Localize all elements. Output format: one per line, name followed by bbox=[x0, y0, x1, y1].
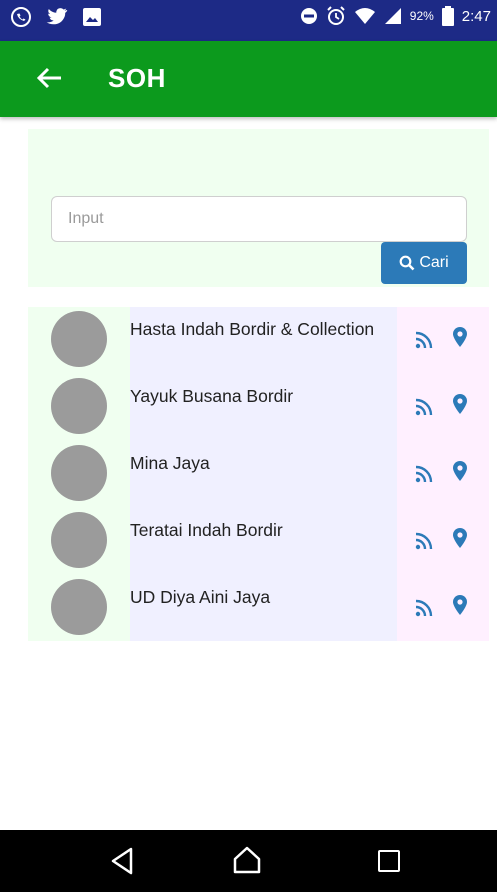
status-notifications bbox=[10, 6, 102, 28]
do-not-disturb-icon bbox=[300, 8, 317, 24]
avatar bbox=[51, 445, 107, 501]
wifi-icon bbox=[354, 8, 375, 24]
avatar bbox=[51, 512, 107, 568]
map-pin-icon[interactable] bbox=[453, 461, 467, 481]
list-item[interactable]: UD Diya Aini Jaya bbox=[28, 575, 489, 642]
rss-icon[interactable] bbox=[415, 465, 433, 483]
store-list: Hasta Indah Bordir & Collection Yayuk Bu… bbox=[28, 307, 489, 641]
store-name: Hasta Indah Bordir & Collection bbox=[130, 319, 375, 339]
recent-apps-icon[interactable] bbox=[378, 850, 400, 872]
arrow-left-icon[interactable] bbox=[35, 63, 65, 93]
clock: 2:47 bbox=[461, 7, 491, 25]
map-pin-icon[interactable] bbox=[453, 327, 467, 347]
store-name: UD Diya Aini Jaya bbox=[130, 587, 271, 607]
list-item[interactable]: Mina Jaya bbox=[28, 441, 489, 508]
search-icon bbox=[399, 255, 415, 271]
search-button[interactable]: Cari bbox=[381, 242, 467, 284]
navigation-bar bbox=[0, 830, 497, 892]
store-name: Teratai Indah Bordir bbox=[130, 520, 283, 540]
signal-icon bbox=[384, 8, 401, 24]
back-triangle-icon[interactable] bbox=[110, 847, 134, 875]
store-name: Mina Jaya bbox=[130, 453, 210, 473]
map-pin-icon[interactable] bbox=[453, 394, 467, 414]
home-icon[interactable] bbox=[232, 845, 262, 875]
list-item[interactable]: Teratai Indah Bordir bbox=[28, 508, 489, 575]
app-bar: SOH bbox=[0, 41, 497, 117]
map-pin-icon[interactable] bbox=[453, 528, 467, 548]
battery-icon bbox=[441, 6, 454, 26]
rss-icon[interactable] bbox=[415, 532, 433, 550]
twitter-icon bbox=[46, 8, 68, 25]
status-system: 92% 2:47 bbox=[300, 6, 491, 26]
map-pin-icon[interactable] bbox=[453, 595, 467, 615]
page-title: SOH bbox=[108, 63, 166, 93]
avatar bbox=[51, 579, 107, 635]
rss-icon[interactable] bbox=[415, 331, 433, 349]
rss-icon[interactable] bbox=[415, 599, 433, 617]
alarm-icon bbox=[327, 6, 345, 25]
search-button-label: Cari bbox=[419, 254, 449, 271]
search-panel: Cari bbox=[28, 129, 489, 287]
store-name: Yayuk Busana Bordir bbox=[130, 386, 294, 406]
battery-percent: 92% bbox=[409, 9, 434, 23]
image-icon bbox=[83, 8, 101, 26]
rss-icon[interactable] bbox=[415, 398, 433, 416]
search-input[interactable] bbox=[51, 196, 467, 242]
avatar bbox=[51, 378, 107, 434]
whatsapp-icon bbox=[11, 7, 31, 27]
status-bar: 92% 2:47 bbox=[0, 0, 497, 41]
list-item[interactable]: Yayuk Busana Bordir bbox=[28, 374, 489, 441]
list-item[interactable]: Hasta Indah Bordir & Collection bbox=[28, 307, 489, 374]
avatar bbox=[51, 311, 107, 367]
